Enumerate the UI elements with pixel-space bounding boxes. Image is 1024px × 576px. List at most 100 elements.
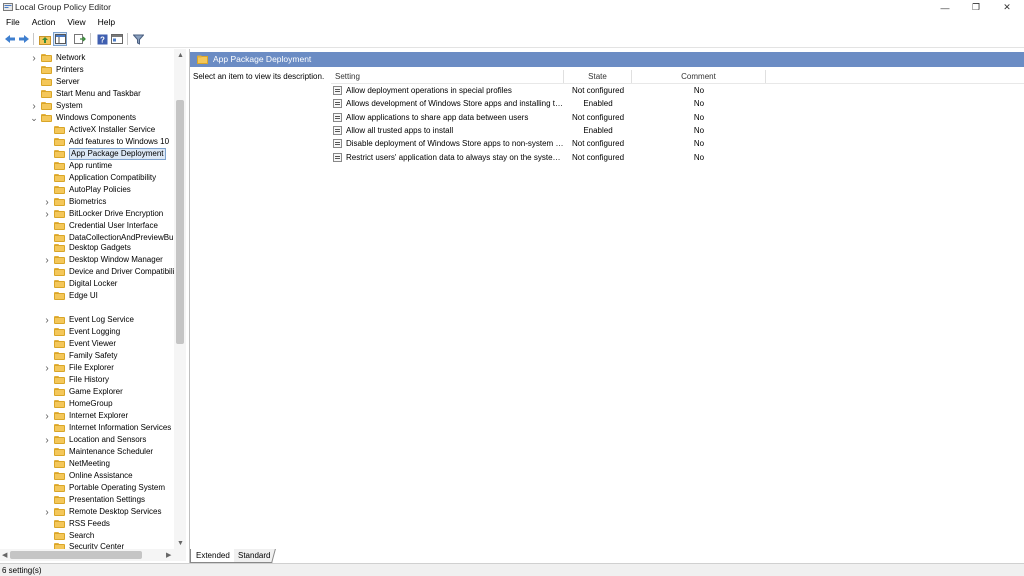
tree-item[interactable]: › Event Log Service: [43, 314, 134, 326]
minimize-button[interactable]: —: [930, 0, 960, 15]
menu-action[interactable]: Action: [26, 15, 62, 29]
setting-cell: Disable deployment of Windows Store apps…: [346, 139, 564, 149]
chevron-right-icon[interactable]: ›: [43, 506, 51, 518]
chevron-right-icon[interactable]: ›: [30, 100, 38, 112]
tree-item-label: Credential User Interface: [69, 221, 158, 230]
tree-item[interactable]: › File Explorer: [43, 362, 114, 374]
tab-standard[interactable]: Standard: [238, 551, 270, 560]
tree-item[interactable]: Online Assistance: [43, 470, 133, 482]
tree-item[interactable]: App runtime: [43, 160, 112, 172]
tree-item[interactable]: Edge UI: [43, 290, 98, 302]
chevron-right-icon[interactable]: ›: [43, 434, 51, 446]
chevron-right-icon[interactable]: ›: [43, 196, 51, 208]
tree-item[interactable]: Credential User Interface: [43, 220, 158, 232]
menu-view[interactable]: View: [61, 15, 91, 29]
minimize-icon: —: [940, 2, 950, 13]
tree-item[interactable]: Maintenance Scheduler: [43, 446, 153, 458]
up-one-level-button[interactable]: [38, 32, 52, 46]
menu-file[interactable]: File: [0, 15, 26, 29]
table-row[interactable]: Disable deployment of Windows Store apps…: [333, 137, 1024, 150]
tree-item[interactable]: Presentation Settings: [43, 494, 145, 506]
back-arrow-icon: [5, 35, 15, 43]
tree-item[interactable]: Printers: [30, 64, 84, 76]
tree-arrow-spacer: [43, 518, 51, 530]
tree-item[interactable]: AutoPlay Policies: [43, 184, 131, 196]
tree-item[interactable]: RSS Feeds: [43, 518, 110, 530]
tree-item[interactable]: Internet Information Services: [43, 422, 171, 434]
tree-item[interactable]: › Internet Explorer: [43, 410, 128, 422]
chevron-right-icon[interactable]: ›: [30, 52, 38, 64]
tree-item[interactable]: Desktop Gadgets: [43, 242, 131, 254]
tree-item[interactable]: Add features to Windows 10: [43, 136, 169, 148]
scroll-left-arrow-icon[interactable]: ◀: [2, 551, 7, 559]
folder-icon: [54, 126, 65, 134]
close-icon: ✕: [1003, 2, 1011, 12]
table-row[interactable]: Allow deployment operations in special p…: [333, 84, 1024, 97]
tree-item[interactable]: ActiveX Installer Service: [43, 124, 155, 136]
filter-button[interactable]: [131, 32, 145, 46]
column-header-state[interactable]: State: [564, 70, 632, 83]
chevron-right-icon[interactable]: ›: [43, 208, 51, 220]
tree-item[interactable]: › System: [30, 100, 82, 112]
tree-item[interactable]: File History: [43, 374, 109, 386]
back-button[interactable]: [3, 32, 17, 46]
folder-icon-body: [41, 91, 52, 98]
help-button[interactable]: ?: [95, 32, 109, 46]
tree-item[interactable]: › Remote Desktop Services: [43, 506, 161, 518]
tree-item[interactable]: NetMeeting: [43, 458, 110, 470]
tree-item[interactable]: Portable Operating System: [43, 482, 165, 494]
export-list-button[interactable]: [73, 32, 87, 46]
tree-item[interactable]: Server: [30, 76, 80, 88]
tree-item[interactable]: ⌄ Windows Components: [30, 112, 136, 124]
properties-button[interactable]: [110, 32, 124, 46]
tree-horizontal-scroll-thumb[interactable]: [10, 551, 142, 559]
tree-item[interactable]: Application Compatibility: [43, 172, 156, 184]
scroll-up-arrow-icon[interactable]: ▲: [177, 52, 184, 59]
tree-item[interactable]: Start Menu and Taskbar: [30, 88, 141, 100]
tree-item[interactable]: Event Viewer: [43, 338, 116, 350]
chevron-right-icon[interactable]: ›: [43, 362, 51, 374]
table-row[interactable]: Allows development of Windows Store apps…: [333, 97, 1024, 110]
close-button[interactable]: ✕: [992, 0, 1022, 15]
tab-extended[interactable]: Extended: [196, 551, 230, 560]
tree-item-label: Desktop Window Manager: [69, 255, 163, 264]
tree-arrow-spacer: [43, 148, 51, 160]
folder-icon: [54, 244, 65, 252]
show-hide-tree-button[interactable]: [53, 32, 67, 46]
state-cell: Not configured: [571, 112, 625, 122]
tree-item-label: Edge UI: [69, 291, 98, 300]
folder-icon-body: [54, 317, 65, 324]
tree-item[interactable]: › BitLocker Drive Encryption: [43, 208, 163, 220]
tree-item[interactable]: App Package Deployment: [43, 148, 166, 160]
folder-icon: [54, 292, 65, 300]
tree-item[interactable]: Device and Driver Compatibility: [43, 266, 181, 278]
tree-item[interactable]: Family Safety: [43, 350, 117, 362]
menu-help[interactable]: Help: [92, 15, 121, 29]
tree-item-label: Device and Driver Compatibility: [69, 267, 181, 276]
chevron-right-icon[interactable]: ›: [43, 254, 51, 266]
table-row[interactable]: Allow applications to share app data bet…: [333, 111, 1024, 124]
scroll-down-arrow-icon[interactable]: ▼: [177, 540, 184, 547]
column-header-setting[interactable]: Setting: [331, 70, 564, 83]
tree-item-label: Network: [56, 53, 86, 62]
tree-item[interactable]: › Biometrics: [43, 196, 106, 208]
tree-item[interactable]: Game Explorer: [43, 386, 123, 398]
tree-item[interactable]: HomeGroup: [43, 398, 113, 410]
table-row[interactable]: Allow all trusted apps to install Enabled…: [333, 124, 1024, 137]
tree-item[interactable]: Event Logging: [43, 326, 120, 338]
chevron-down-icon[interactable]: ⌄: [30, 112, 38, 124]
folder-icon-body: [54, 235, 65, 242]
tree-vertical-scroll-thumb[interactable]: [176, 100, 184, 344]
tree-item[interactable]: › Desktop Window Manager: [43, 254, 163, 266]
setting-cell: Allow all trusted apps to install: [346, 125, 454, 135]
table-row[interactable]: Restrict users' application data to alwa…: [333, 151, 1024, 164]
chevron-right-icon[interactable]: ›: [43, 314, 51, 326]
chevron-right-icon[interactable]: ›: [43, 410, 51, 422]
tree-item[interactable]: Digital Locker: [43, 278, 117, 290]
tree-item[interactable]: › Location and Sensors: [43, 434, 146, 446]
maximize-button[interactable]: ❐: [961, 0, 991, 15]
scroll-right-arrow-icon[interactable]: ▶: [166, 551, 171, 559]
column-header-comment[interactable]: Comment: [632, 70, 766, 83]
tree-item[interactable]: › Network: [30, 52, 85, 64]
forward-button[interactable]: [17, 32, 31, 46]
